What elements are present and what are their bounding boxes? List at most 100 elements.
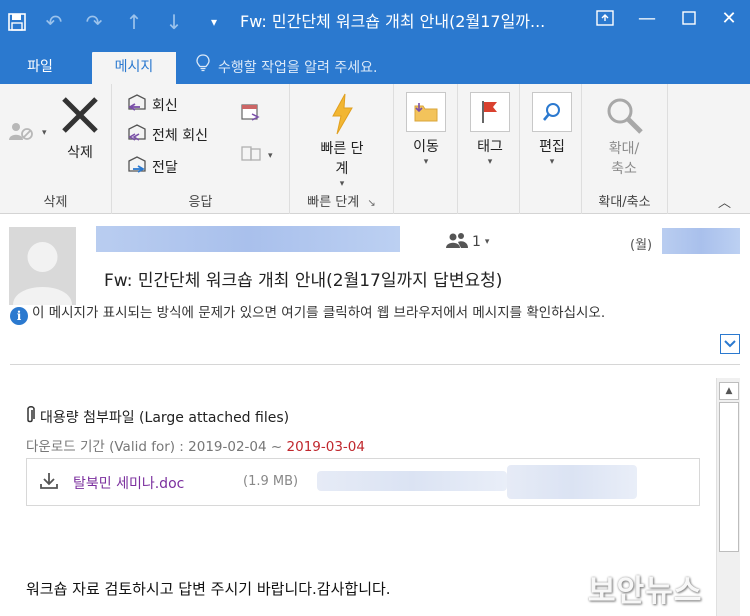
ribbon-tab-row: 파일 메시지 수행할 작업을 알려 주세요.: [0, 44, 750, 84]
expand-header-icon[interactable]: [720, 334, 740, 354]
search-icon: [532, 92, 572, 132]
delete-group-label: 삭제: [43, 195, 68, 210]
reply-button[interactable]: 회신: [126, 94, 178, 116]
delete-button-label: 삭제: [67, 145, 93, 161]
watermark-text: 보안뉴스: [588, 574, 703, 609]
download-url-redacted: [317, 471, 507, 491]
reply-all-button[interactable]: 전체 회신: [126, 124, 208, 146]
scroll-up-icon[interactable]: ▲: [719, 382, 739, 400]
zoom-magnifier-icon: [594, 92, 654, 138]
ribbon: ▾ 삭제 삭제 회신 전체 회신 전달 ▾ 응답 빠른 단 계 ▾ 빠른 단계 …: [0, 84, 750, 214]
quick-steps-label-text: 빠른 단계: [307, 195, 360, 210]
chevron-down-icon: ▾: [549, 157, 555, 167]
next-item-icon[interactable]: ↓: [154, 4, 194, 40]
forward-button[interactable]: 전달: [126, 156, 178, 178]
tab-message[interactable]: 메시지: [92, 52, 176, 84]
reply-label: 회신: [152, 98, 178, 114]
quick-steps-group: 빠른 단 계 ▾ 빠른 단계 ↘: [290, 84, 394, 214]
message-header: 1 ▾ (월) Fw: 민간단체 워크숍 개최 안내(2월17일까지 답변요청)…: [0, 214, 750, 364]
download-icon: [39, 472, 59, 494]
delete-group: ▾ 삭제 삭제: [0, 84, 112, 214]
quick-steps-button[interactable]: 빠른 단 계 ▾: [300, 90, 384, 190]
close-icon[interactable]: ✕: [708, 0, 750, 36]
valid-end-date: 2019-03-04: [286, 439, 365, 455]
reply-all-icon: [126, 124, 148, 146]
move-group: 이동 ▾: [394, 84, 458, 214]
paperclip-icon: [24, 405, 36, 429]
chevron-down-icon: ▾: [339, 179, 345, 189]
chevron-down-icon: ▾: [484, 237, 490, 247]
scroll-thumb[interactable]: [719, 402, 739, 552]
editing-label: 편집: [539, 139, 565, 155]
respond-group-label: 응답: [188, 195, 213, 210]
info-icon: i: [10, 307, 28, 325]
lightbulb-icon: [196, 53, 210, 83]
quick-steps-line2: 계: [335, 161, 349, 177]
zoom-button[interactable]: 확대/ 축소: [594, 92, 654, 178]
date-redacted: [662, 228, 740, 254]
people-count[interactable]: 1 ▾: [446, 232, 489, 252]
chevron-down-icon: ▾: [487, 157, 493, 167]
attachment-file-box[interactable]: 탈북민 세미나.doc (1.9 MB): [26, 458, 700, 506]
body-scrollbar[interactable]: ▲: [716, 378, 740, 616]
previous-item-icon[interactable]: ↑: [114, 4, 154, 40]
delete-x-icon: [52, 94, 108, 136]
collapse-ribbon-icon[interactable]: ︿: [718, 192, 731, 211]
chevron-down-icon: ▾: [423, 157, 429, 167]
tell-me-text: 수행할 작업을 알려 주세요.: [218, 60, 378, 76]
received-day: (월): [630, 238, 653, 253]
valid-period: 다운로드 기간 (Valid for) : 2019-02-04 ~ 2019-…: [26, 435, 365, 455]
redo-icon[interactable]: ↷: [74, 4, 114, 40]
meeting-reply-button[interactable]: [240, 102, 262, 126]
people-count-value: 1: [472, 234, 481, 250]
attachment-title-text: 대용량 첨부파일 (Large attached files): [40, 410, 290, 426]
flag-icon: [470, 92, 510, 132]
tab-file[interactable]: 파일: [12, 52, 68, 84]
forward-label: 전달: [152, 160, 178, 176]
zoom-group: 확대/ 축소 확대/축소: [582, 84, 668, 214]
window-title: Fw: 민간단체 워크숍 개최 안내(2월17일까...: [240, 12, 546, 31]
more-respond-icon: [240, 144, 264, 168]
ignore-button[interactable]: ▾: [8, 120, 47, 146]
save-icon[interactable]: [0, 4, 34, 40]
tags-label: 태그: [477, 139, 503, 155]
title-bar: ↶ ↷ ↑ ↓ ▾ Fw: 민간단체 워크숍 개최 안내(2월17일까... —…: [0, 0, 750, 44]
customize-toolbar-icon[interactable]: ▾: [194, 4, 234, 40]
attachment-file-size: (1.9 MB): [243, 474, 299, 489]
delete-button[interactable]: 삭제: [52, 94, 108, 162]
tags-button[interactable]: 태그 ▾: [466, 92, 514, 168]
quick-steps-group-label: 빠른 단계 ↘: [290, 191, 393, 210]
closing-message: 워크숍 자료 검토하시고 답변 주시기 바랍니다.감사합니다.: [26, 580, 391, 598]
info-bar[interactable]: i이 메시지가 표시되는 방식에 문제가 있으면 여기를 클릭하여 웹 브라우저…: [10, 302, 710, 325]
dialog-launcher-icon[interactable]: ↘: [367, 198, 375, 209]
message-subject: Fw: 민간단체 워크숍 개최 안내(2월17일까지 답변요청): [104, 271, 503, 291]
forward-icon: [126, 156, 148, 178]
people-icon: [446, 232, 468, 252]
undo-icon[interactable]: ↶: [34, 4, 74, 40]
editing-button[interactable]: 편집 ▾: [528, 92, 576, 168]
valid-period-prefix: 다운로드 기간 (Valid for) : 2019-02-04 ~: [26, 439, 287, 455]
tell-me-box[interactable]: 수행할 작업을 알려 주세요.: [196, 52, 377, 84]
download-url-redacted: [507, 465, 637, 499]
move-button[interactable]: 이동 ▾: [402, 92, 450, 168]
avatar: [9, 227, 76, 305]
attachment-section-title: 대용량 첨부파일 (Large attached files): [24, 405, 289, 429]
chevron-down-icon: ▾: [268, 151, 273, 161]
meeting-icon: [240, 102, 262, 126]
quick-steps-line1: 빠른 단: [320, 141, 364, 157]
ribbon-display-options-icon[interactable]: [584, 0, 626, 36]
minimize-icon[interactable]: —: [626, 0, 668, 36]
attachment-file-link[interactable]: 탈북민 세미나.doc: [73, 473, 184, 493]
reply-all-label: 전체 회신: [152, 128, 208, 144]
zoom-line1: 확대/: [608, 141, 640, 157]
lightning-icon: [300, 90, 384, 138]
folder-move-icon: [406, 92, 446, 132]
sender-redacted: [96, 226, 400, 252]
reply-icon: [126, 94, 148, 116]
tags-group: 태그 ▾: [458, 84, 520, 214]
ignore-icon: [8, 120, 38, 146]
maximize-icon[interactable]: [668, 0, 710, 36]
editing-group: 편집 ▾: [520, 84, 582, 214]
chevron-down-icon: ▾: [42, 128, 47, 138]
more-respond-button[interactable]: ▾: [240, 144, 273, 168]
